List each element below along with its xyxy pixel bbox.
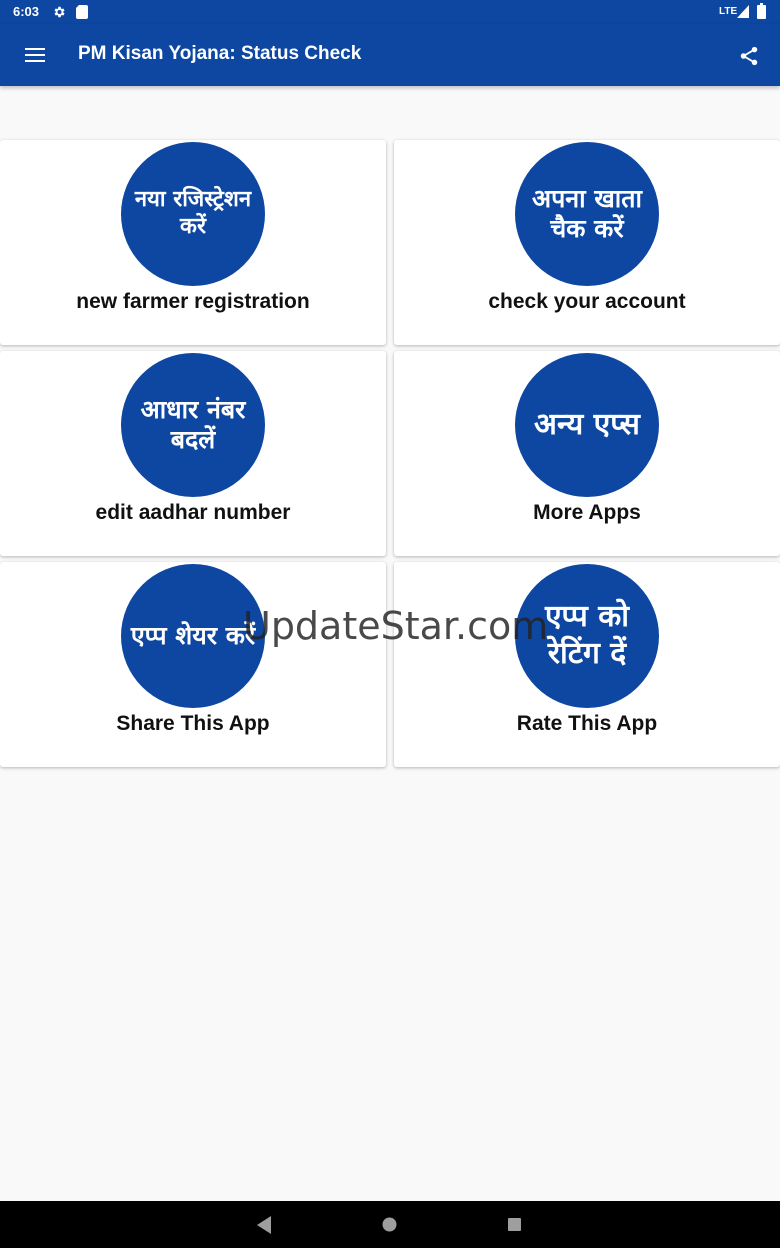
status-time: 6:03 bbox=[13, 4, 40, 19]
gear-icon bbox=[54, 6, 65, 18]
card-hindi-badge: नया रजिस्ट्रेशन करें bbox=[121, 142, 265, 286]
app-bar: PM Kisan Yojana: Status Check bbox=[0, 24, 780, 86]
card-label: More Apps bbox=[533, 501, 641, 524]
menu-button[interactable] bbox=[18, 41, 52, 69]
card-label: Share This App bbox=[116, 712, 270, 735]
battery-icon bbox=[757, 3, 766, 19]
card-rate-this-app[interactable]: एप्प को रेटिंग दें Rate This App bbox=[394, 562, 780, 767]
card-hindi-badge: एप्प को रेटिंग दें bbox=[515, 564, 659, 708]
card-share-this-app[interactable]: एप्प शेयर करें Share This App bbox=[0, 562, 386, 767]
recents-icon[interactable] bbox=[507, 1217, 522, 1232]
card-label: edit aadhar number bbox=[95, 501, 291, 524]
card-label: new farmer registration bbox=[76, 290, 310, 313]
hamburger-menu-icon bbox=[25, 48, 45, 62]
card-hindi-badge: अपना खाता चैक करें bbox=[515, 142, 659, 286]
card-label: Rate This App bbox=[516, 712, 658, 735]
card-new-farmer-registration[interactable]: नया रजिस्ट्रेशन करें new farmer registra… bbox=[0, 140, 386, 345]
status-bar: 6:03 LTE bbox=[0, 0, 780, 24]
back-icon[interactable] bbox=[255, 1215, 273, 1235]
card-label: check your account bbox=[488, 290, 686, 313]
card-check-your-account[interactable]: अपना खाता चैक करें check your account bbox=[394, 140, 780, 345]
card-hindi-badge: आधार नंबर बदलें bbox=[121, 353, 265, 497]
signal-icon bbox=[737, 5, 749, 18]
network-type: LTE bbox=[719, 6, 738, 17]
card-more-apps[interactable]: अन्य एप्स More Apps bbox=[394, 351, 780, 556]
card-hindi-badge: अन्य एप्स bbox=[515, 353, 659, 497]
sd-card-icon bbox=[76, 5, 88, 19]
card-hindi-badge: एप्प शेयर करें bbox=[121, 564, 265, 708]
home-icon[interactable] bbox=[382, 1217, 397, 1232]
app-title: PM Kisan Yojana: Status Check bbox=[78, 43, 362, 64]
share-button[interactable] bbox=[734, 41, 764, 71]
navigation-bar bbox=[0, 1201, 780, 1248]
share-icon bbox=[740, 46, 758, 66]
card-edit-aadhar-number[interactable]: आधार नंबर बदलें edit aadhar number bbox=[0, 351, 386, 556]
